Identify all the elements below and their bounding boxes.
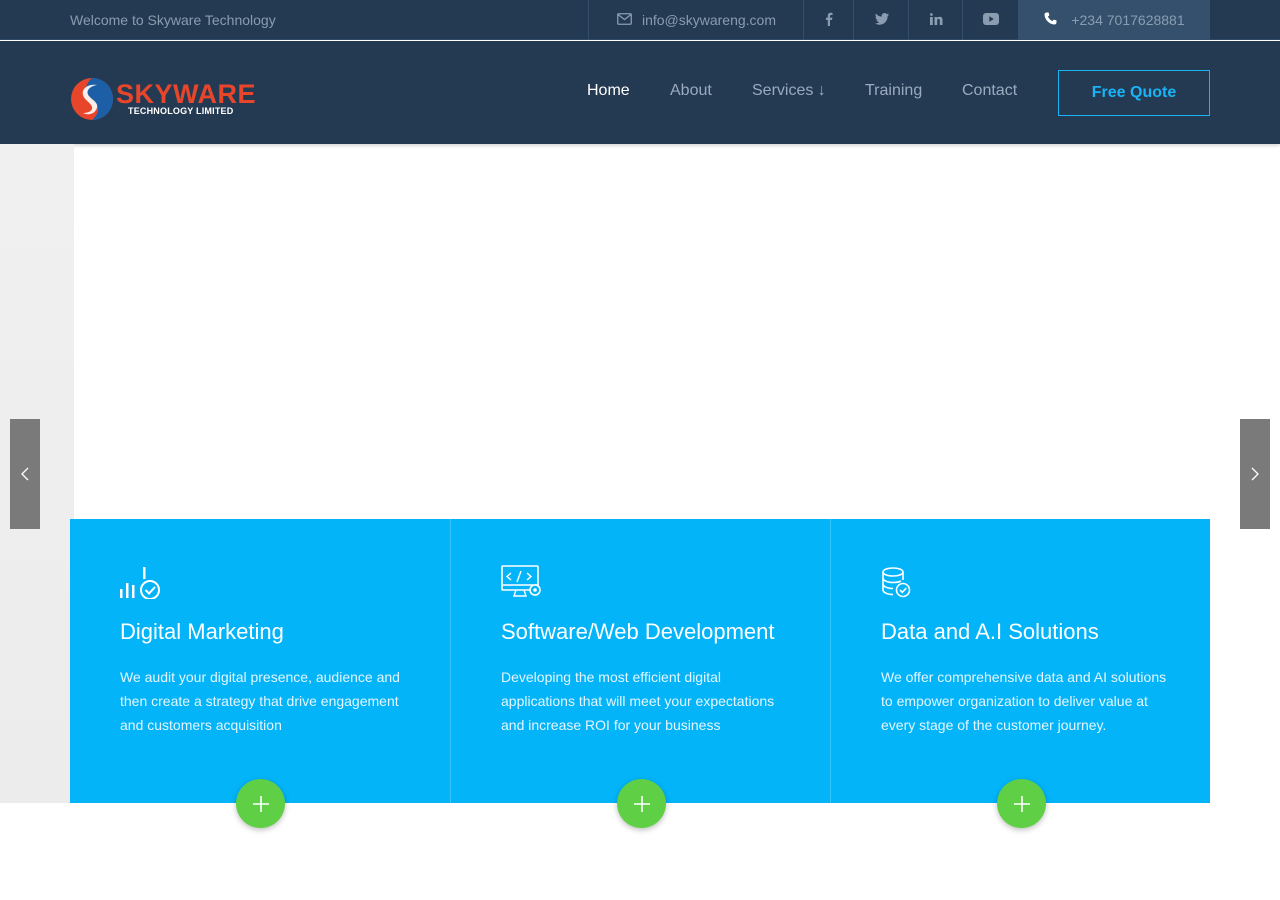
email-link[interactable]: info@skywareng.com [588, 0, 804, 40]
analytics-check-icon [120, 567, 160, 599]
service-card-digital-marketing: Digital Marketing We audit your digital … [70, 519, 450, 828]
facebook-link[interactable] [803, 0, 854, 40]
envelope-icon [617, 12, 632, 28]
nav-contact[interactable]: Contact [962, 82, 1017, 102]
service-more-button[interactable] [997, 779, 1046, 828]
logo[interactable]: SKYWARE TECHNOLOGY LIMITED [70, 77, 256, 123]
code-monitor-gear-icon [501, 565, 541, 597]
youtube-icon [983, 12, 999, 28]
service-description: We audit your digital presence, audience… [120, 669, 400, 733]
email-text: info@skywareng.com [641, 12, 777, 28]
nav-home[interactable]: Home [587, 82, 630, 102]
twitter-link[interactable] [853, 0, 909, 40]
plus-icon [1013, 795, 1030, 812]
logo-subtitle: TECHNOLOGY LIMITED [128, 106, 234, 116]
service-description: Developing the most efficient digital ap… [501, 669, 775, 733]
slider-prev-button[interactable] [10, 419, 40, 529]
service-description: We offer comprehensive data and AI solut… [881, 669, 1167, 733]
phone-text: +234 7017628881 [1071, 12, 1185, 28]
phone-icon [1044, 12, 1057, 28]
services-section: Digital Marketing We audit your digital … [70, 519, 1210, 828]
facebook-icon [825, 12, 833, 29]
service-title: Software/Web Development [501, 619, 775, 644]
service-card-software-development: Software/Web Development Developing the … [450, 519, 830, 828]
slider-next-button[interactable] [1240, 419, 1270, 529]
service-title: Digital Marketing [120, 619, 284, 644]
twitter-icon [874, 12, 889, 28]
nav-services[interactable]: Services ↓ [752, 82, 826, 102]
welcome-text: Welcome to Skyware Technology [70, 12, 276, 28]
service-title: Data and A.I Solutions [881, 619, 1099, 644]
phone-link[interactable]: +234 7017628881 [1018, 0, 1210, 40]
youtube-link[interactable] [962, 0, 1019, 40]
linkedin-link[interactable] [908, 0, 963, 40]
top-bar: Welcome to Skyware Technology info@skywa… [0, 0, 1280, 40]
free-quote-button[interactable]: Free Quote [1058, 70, 1210, 116]
service-card-data-ai: Data and A.I Solutions We offer comprehe… [830, 519, 1210, 828]
chevron-left-icon [21, 467, 29, 481]
nav-about[interactable]: About [670, 82, 712, 102]
plus-icon [252, 795, 269, 812]
plus-icon [633, 795, 650, 812]
nav-training[interactable]: Training [865, 82, 922, 102]
linkedin-icon [929, 12, 943, 28]
chevron-right-icon [1251, 467, 1259, 481]
main-header: SKYWARE TECHNOLOGY LIMITED Home About Se… [0, 41, 1280, 144]
service-more-button[interactable] [617, 779, 666, 828]
database-check-icon [882, 567, 911, 598]
service-more-button[interactable] [236, 779, 285, 828]
logo-mark-icon [71, 78, 113, 120]
